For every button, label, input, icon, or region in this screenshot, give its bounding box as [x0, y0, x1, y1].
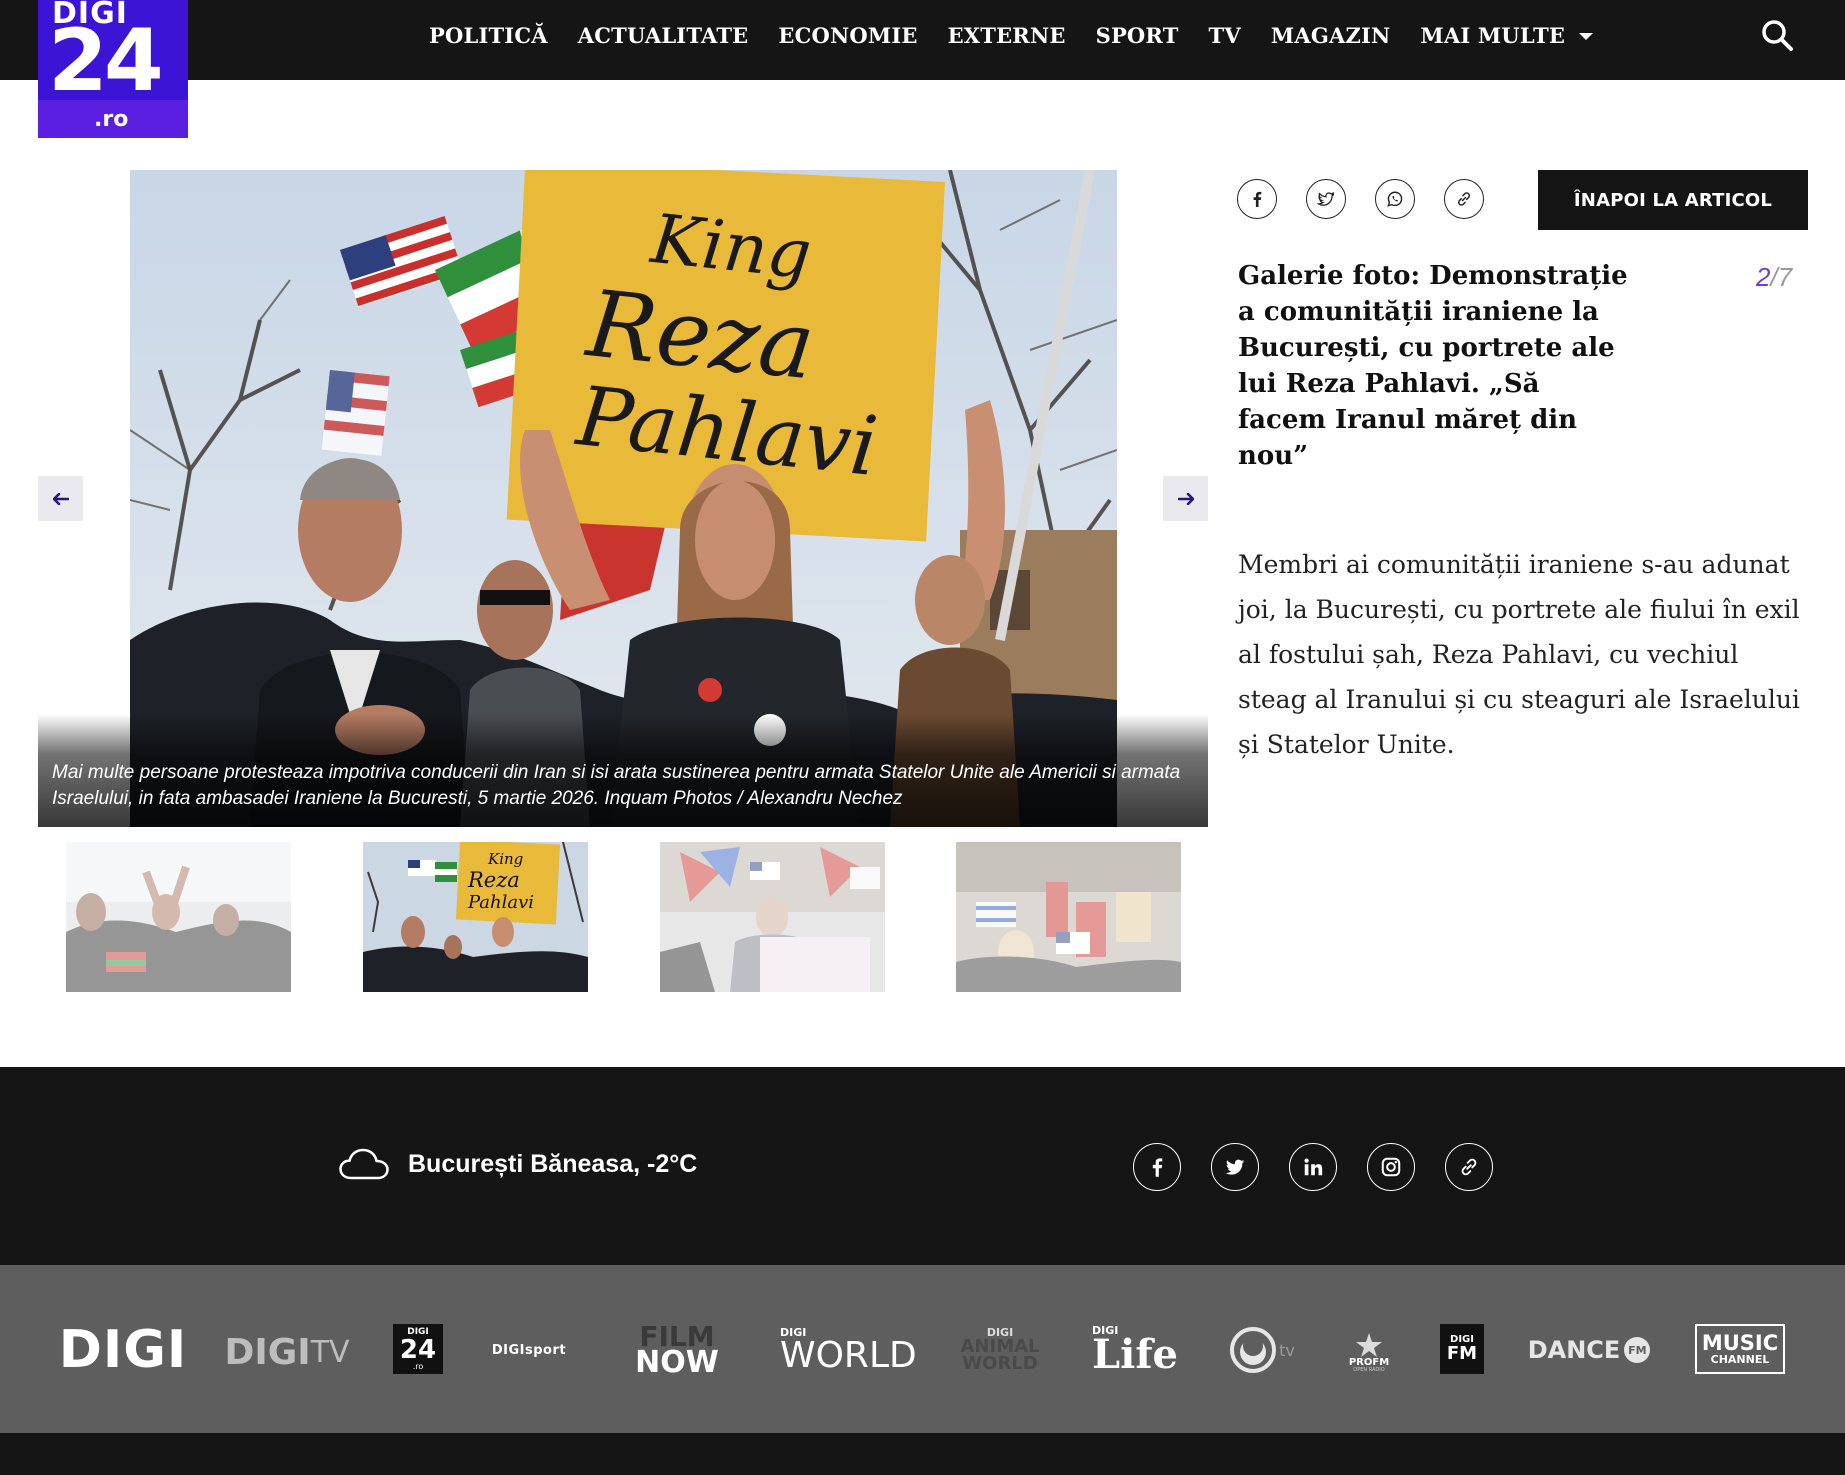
footer-facebook-button[interactable] [1133, 1143, 1181, 1191]
footer-instagram-button[interactable] [1367, 1143, 1415, 1191]
logo-number: 24 [48, 11, 164, 111]
share-link-button[interactable] [1444, 179, 1484, 219]
brand-digi-world-text: WORLD [780, 1334, 917, 1376]
digi24-logo[interactable]: DIGI 24 .ro [38, 0, 188, 138]
brand-u-tv[interactable]: tv [1226, 1324, 1298, 1376]
nav-politica[interactable]: POLITICĂ [429, 23, 548, 48]
nav-actualitate[interactable]: ACTUALITATE [578, 23, 749, 48]
brand-digisport[interactable]: DIGIsport [486, 1334, 572, 1366]
weather-text: București Băneasa, -2°C [408, 1149, 698, 1178]
nav-externe[interactable]: EXTERNE [948, 23, 1066, 48]
back-to-article-button[interactable]: ÎNAPOI LA ARTICOL [1538, 170, 1808, 230]
brand-film-now[interactable]: FILM NOW [616, 1322, 738, 1378]
photo-caption: Mai multe persoane protesteaza impotriva… [52, 762, 1181, 809]
brand-digi24-domain: .ro [412, 1361, 424, 1371]
link-icon [1457, 192, 1471, 206]
gallery-thumbnail-1[interactable] [66, 842, 291, 992]
chevron-down-icon [1579, 32, 1594, 40]
arrow-left-icon [52, 492, 69, 505]
brand-profm-text: PROFM [1348, 1356, 1390, 1368]
footer-bottom-bar [0, 1433, 1845, 1475]
nav-more-label: MAI MULTE [1420, 22, 1566, 48]
weather-widget: București Băneasa, -2°C [338, 1147, 697, 1181]
whatsapp-icon [1387, 191, 1403, 207]
brand-music-channel[interactable]: MUSIC CHANNEL [1695, 1324, 1785, 1374]
gallery-thumbnail-2[interactable]: King Reza Pahlavi [363, 842, 588, 992]
footer-linkedin-button[interactable] [1289, 1143, 1337, 1191]
facebook-icon [1253, 191, 1262, 207]
linkedin-icon [1304, 1158, 1323, 1176]
brand-digi24-number: 24 [399, 1334, 437, 1365]
photo-counter-total: 7 [1777, 262, 1793, 292]
gallery-prev-button[interactable] [38, 476, 83, 521]
brand-digi-fm[interactable]: DIGI FM [1440, 1324, 1484, 1374]
gallery-description: Membri ai comunității iraniene s-au adun… [1238, 550, 1800, 759]
brand-dance-fm[interactable]: DANCE FM [1526, 1330, 1652, 1370]
gallery-thumbnails: King Reza Pahlavi [66, 842, 1181, 992]
nav-magazin[interactable]: MAGAZIN [1271, 23, 1391, 48]
brand-digi-fm-text: FM [1446, 1343, 1478, 1364]
twitter-icon [1225, 1159, 1245, 1175]
link-icon [1461, 1158, 1477, 1176]
brand-digi[interactable]: DIGI [58, 1320, 188, 1380]
brand-animal-bottom: WORLD [962, 1353, 1038, 1375]
gallery-next-button[interactable] [1163, 476, 1208, 521]
gallery-title: Galerie foto: Demonstrație a comunității… [1238, 261, 1628, 471]
gallery-stage: King Reza Pahlavi Mai multe persoane pro… [38, 170, 1208, 827]
twitter-icon [1317, 191, 1335, 206]
brand-channel-text: CHANNEL [1710, 1353, 1770, 1366]
svg-text:Reza: Reza [467, 868, 520, 892]
share-facebook-button[interactable] [1237, 179, 1277, 219]
brand-digi-world[interactable]: DIGI WORLD [780, 1322, 917, 1378]
brand-digi-tv-text: DIGI [224, 1331, 311, 1373]
brand-dance-fm-text: DANCE [1527, 1336, 1621, 1364]
brand-film-now-bottom: NOW [635, 1345, 719, 1381]
svg-text:King: King [487, 850, 523, 868]
photo-counter-current: 2 [1756, 262, 1771, 292]
facebook-icon [1152, 1158, 1163, 1177]
search-icon[interactable] [1760, 18, 1794, 52]
footer-link-button[interactable] [1445, 1143, 1493, 1191]
photo-counter-separator: / [1770, 262, 1778, 292]
cloud-icon [339, 1148, 389, 1180]
brand-dance-fm-badge: FM [1624, 1337, 1651, 1363]
photo-counter: 2/7 [1756, 262, 1792, 293]
footer-top [0, 1067, 1845, 1265]
share-twitter-button[interactable] [1306, 179, 1346, 219]
brand-u-tv-text: tv [1279, 1340, 1295, 1360]
svg-text:Pahlavi: Pahlavi [467, 892, 534, 913]
brand-digi-tv[interactable]: DIGI TV [224, 1330, 350, 1374]
main-nav: POLITICĂ ACTUALITATE ECONOMIE EXTERNE SP… [429, 0, 1594, 70]
arrow-right-icon [1177, 492, 1194, 505]
u-tv-logo-icon [1230, 1327, 1277, 1373]
share-whatsapp-button[interactable] [1375, 179, 1415, 219]
star-icon [1356, 1332, 1382, 1357]
nav-more-dropdown[interactable]: MAI MULTE [1420, 22, 1594, 48]
brand-digi-animal-world[interactable]: DIGI ANIMAL WORLD [950, 1322, 1050, 1378]
instagram-icon [1381, 1157, 1401, 1177]
footer-twitter-button[interactable] [1211, 1143, 1259, 1191]
brand-music-text: MUSIC [1701, 1331, 1779, 1355]
gallery-thumbnail-4[interactable] [956, 842, 1181, 992]
nav-sport[interactable]: SPORT [1096, 23, 1179, 48]
brand-digi-tv-suffix: TV [310, 1334, 350, 1370]
gallery-thumbnail-3[interactable] [660, 842, 885, 992]
brand-digisport-text: DIGIsport [491, 1342, 567, 1358]
brand-life-text: Life [1092, 1331, 1178, 1379]
nav-tv[interactable]: TV [1209, 23, 1241, 48]
brand-digi-text: DIGI [58, 1320, 188, 1380]
brand-digi-life[interactable]: DIGI Life [1092, 1322, 1184, 1378]
brand-profm-sub: OPEN RADIO [1353, 1366, 1385, 1373]
brand-profm[interactable]: PROFM OPEN RADIO [1342, 1326, 1396, 1378]
logo-domain: .ro [94, 107, 129, 132]
nav-economie[interactable]: ECONOMIE [778, 23, 917, 48]
brand-digi24[interactable]: DIGI 24 .ro [393, 1324, 443, 1374]
